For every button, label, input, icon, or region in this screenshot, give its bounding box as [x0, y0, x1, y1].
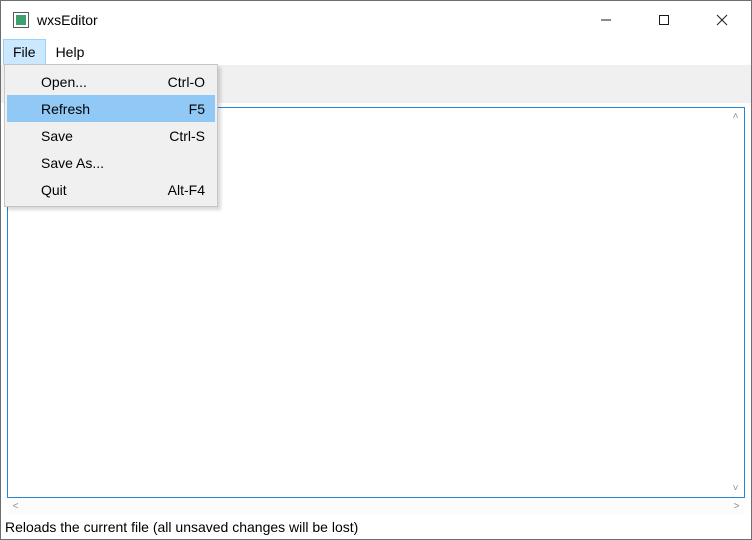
- menuitem-quit-accel: Alt-F4: [168, 182, 205, 198]
- menuitem-saveas-label: Save As...: [41, 155, 205, 171]
- chevron-up-icon: ˄: [733, 112, 739, 122]
- status-text: Reloads the current file (all unsaved ch…: [5, 519, 358, 535]
- chevron-down-icon: ˅: [733, 484, 739, 494]
- menuitem-quit[interactable]: Quit Alt-F4: [7, 176, 215, 203]
- menu-file[interactable]: File: [3, 39, 46, 65]
- scroll-left-button[interactable]: ˂: [7, 498, 24, 515]
- minimize-button[interactable]: [577, 1, 635, 39]
- menuitem-open-label: Open...: [41, 74, 168, 90]
- scroll-down-button[interactable]: ˅: [727, 480, 744, 497]
- close-button[interactable]: [693, 1, 751, 39]
- file-menu-dropdown: Open... Ctrl-O Refresh F5 Save Ctrl-S Sa…: [4, 64, 218, 207]
- menuitem-save[interactable]: Save Ctrl-S: [7, 122, 215, 149]
- scroll-up-button[interactable]: ˄: [727, 108, 744, 125]
- menuitem-saveas[interactable]: Save As...: [7, 149, 215, 176]
- menuitem-refresh-label: Refresh: [41, 101, 189, 117]
- close-icon: [716, 14, 728, 26]
- chevron-right-icon: ˃: [734, 502, 740, 512]
- menu-help-label: Help: [56, 44, 85, 60]
- menu-help[interactable]: Help: [46, 39, 95, 65]
- menuitem-open[interactable]: Open... Ctrl-O: [7, 68, 215, 95]
- vertical-scrollbar[interactable]: ˄ ˅: [727, 108, 744, 497]
- menuitem-refresh[interactable]: Refresh F5: [7, 95, 215, 122]
- scroll-right-button[interactable]: ˃: [728, 498, 745, 515]
- chevron-left-icon: ˂: [13, 502, 19, 512]
- menuitem-refresh-accel: F5: [189, 101, 205, 117]
- titlebar: wxsEditor: [1, 1, 751, 39]
- app-icon: [13, 12, 29, 28]
- statusbar: Reloads the current file (all unsaved ch…: [1, 515, 751, 539]
- window-controls: [577, 1, 751, 39]
- menu-file-label: File: [13, 44, 36, 60]
- menuitem-quit-label: Quit: [41, 182, 168, 198]
- maximize-icon: [658, 14, 670, 26]
- vertical-scroll-track[interactable]: [727, 125, 744, 480]
- menuitem-save-label: Save: [41, 128, 169, 144]
- menuitem-save-accel: Ctrl-S: [169, 128, 205, 144]
- app-window: wxsEditor File Help ˄ ˅: [0, 0, 752, 540]
- window-title: wxsEditor: [37, 12, 98, 28]
- maximize-button[interactable]: [635, 1, 693, 39]
- menuitem-open-accel: Ctrl-O: [168, 74, 205, 90]
- minimize-icon: [600, 14, 612, 26]
- menubar: File Help: [1, 39, 751, 65]
- horizontal-scrollbar[interactable]: ˂ ˃: [7, 498, 745, 515]
